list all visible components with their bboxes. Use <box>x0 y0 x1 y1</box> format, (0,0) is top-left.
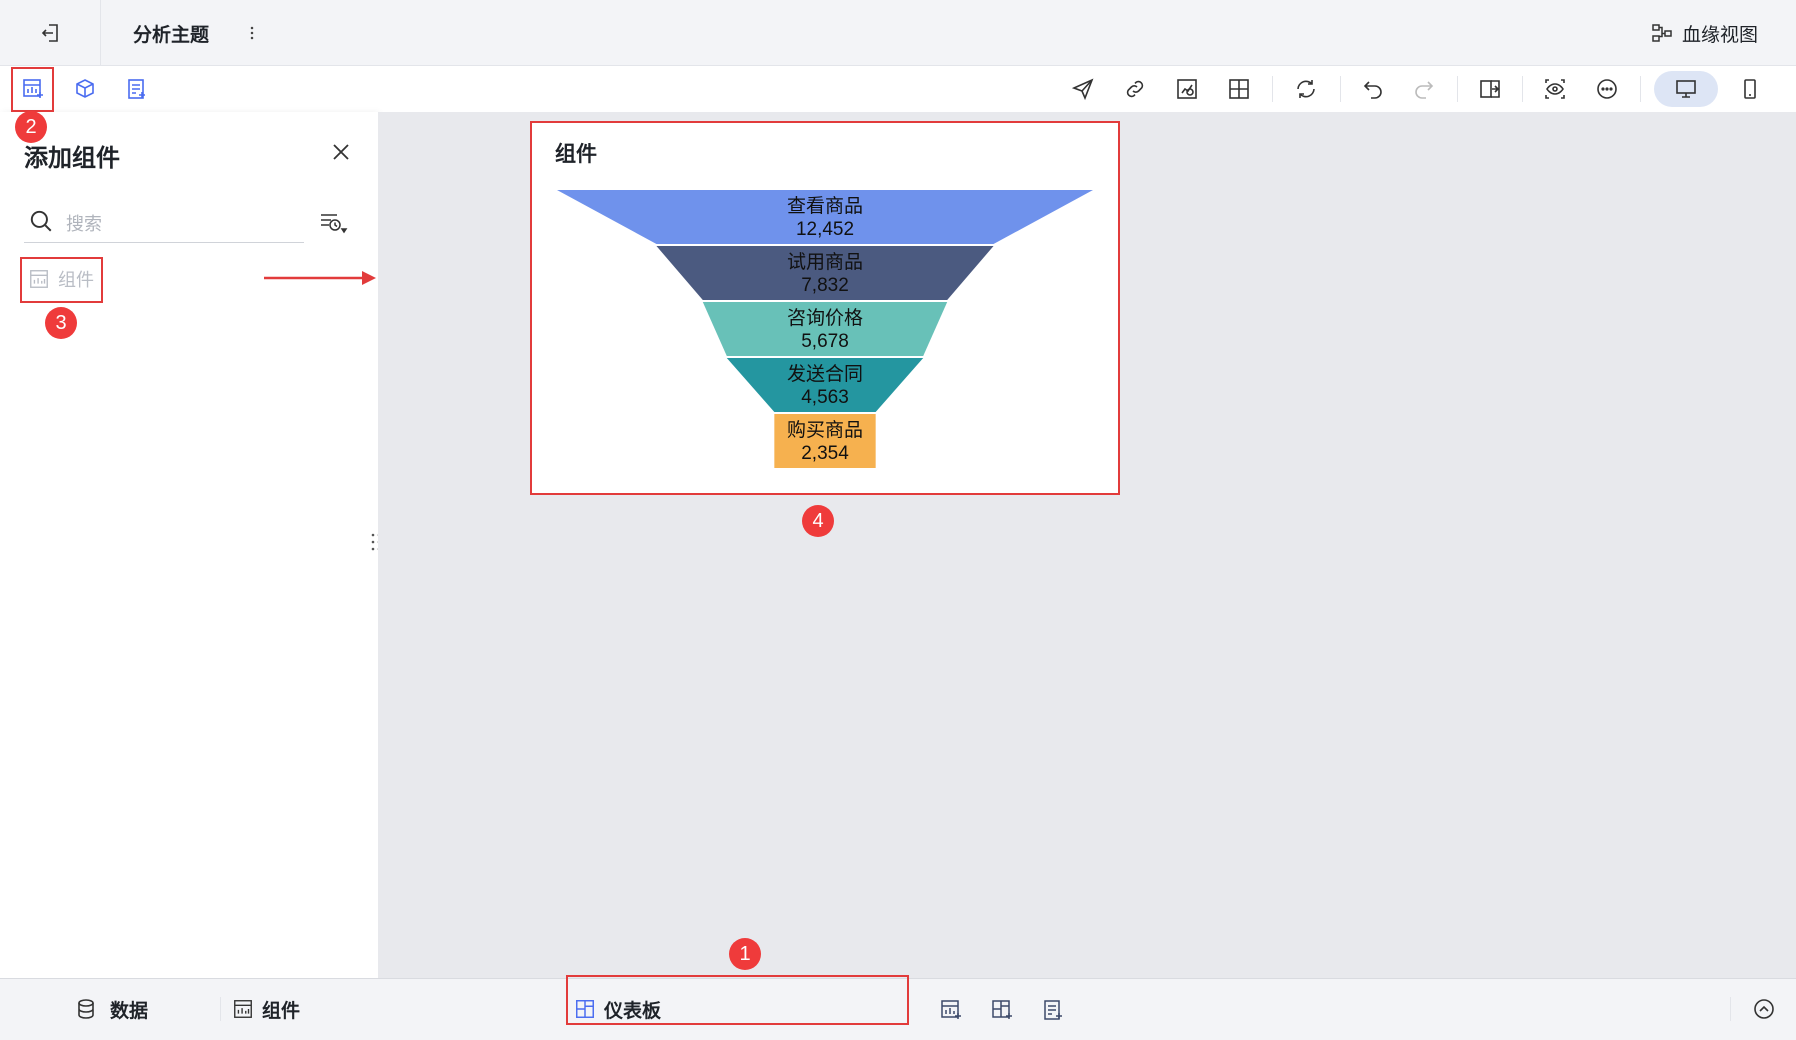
tab-data-label: 数据 <box>110 1000 149 1022</box>
annotation-box-widget <box>530 121 1120 495</box>
annotation-badge: 3 <box>45 307 77 339</box>
annotation-badge: 4 <box>802 505 834 537</box>
divider <box>1522 76 1523 102</box>
more-vertical-icon[interactable] <box>242 20 262 46</box>
preview-chart-icon[interactable] <box>1174 76 1200 102</box>
divider <box>100 0 101 65</box>
add-model-icon[interactable] <box>72 76 98 102</box>
annotation-badge: 2 <box>15 111 47 143</box>
add-report-icon[interactable] <box>124 76 150 102</box>
tab-component[interactable]: 组件 <box>232 993 300 1025</box>
mobile-icon[interactable] <box>1737 76 1763 102</box>
divider <box>1340 76 1341 102</box>
search-icon <box>30 210 52 232</box>
divider <box>1730 997 1731 1021</box>
tab-component-label: 组件 <box>262 1000 301 1022</box>
annotation-box-component <box>20 257 103 303</box>
send-icon[interactable] <box>1070 76 1096 102</box>
lineage-view-label: 血缘视图 <box>1682 24 1759 46</box>
toolbar <box>0 66 1796 112</box>
preview-eye-icon[interactable] <box>1542 76 1568 102</box>
lineage-icon <box>1652 24 1672 42</box>
redo-icon[interactable] <box>1411 76 1437 102</box>
component-chart-icon <box>234 1000 252 1018</box>
annotation-box-dashboard-tab <box>566 975 909 1025</box>
more-horizontal-icon[interactable] <box>1594 76 1620 102</box>
exit-icon[interactable] <box>36 20 66 46</box>
divider <box>1457 76 1458 102</box>
page-title: 分析主题 <box>133 25 210 46</box>
annotation-arrow <box>264 271 376 285</box>
collapse-up-icon[interactable] <box>1750 995 1778 1023</box>
desktop-icon <box>1676 80 1696 98</box>
export-icon[interactable] <box>1477 76 1503 102</box>
add-report-icon[interactable] <box>1039 996 1067 1024</box>
add-component-panel: 添加组件 搜索 组件 <box>0 112 381 978</box>
filter-history-icon[interactable] <box>316 208 350 238</box>
divider <box>220 997 221 1021</box>
database-icon <box>78 999 94 1019</box>
tab-data[interactable]: 数据 <box>74 993 148 1025</box>
divider <box>1272 76 1273 102</box>
desktop-view-toggle[interactable] <box>1654 71 1718 107</box>
add-dashboard-icon[interactable] <box>988 996 1016 1024</box>
annotation-badge: 1 <box>729 938 761 970</box>
search-input[interactable]: 搜索 <box>66 210 102 236</box>
search-field[interactable]: 搜索 <box>24 200 304 243</box>
close-icon[interactable] <box>328 139 354 165</box>
lineage-view-button[interactable]: 血缘视图 <box>1650 18 1758 48</box>
annotation-box-toolbar <box>11 67 54 112</box>
undo-icon[interactable] <box>1360 76 1386 102</box>
add-chart-icon[interactable] <box>937 996 965 1024</box>
refresh-icon[interactable] <box>1293 76 1319 102</box>
panel-title: 添加组件 <box>24 145 120 172</box>
layout-grid-icon[interactable] <box>1226 76 1252 102</box>
top-bar: 分析主题 血缘视图 <box>0 0 1796 66</box>
divider <box>1640 76 1641 102</box>
link-icon[interactable] <box>1122 76 1148 102</box>
